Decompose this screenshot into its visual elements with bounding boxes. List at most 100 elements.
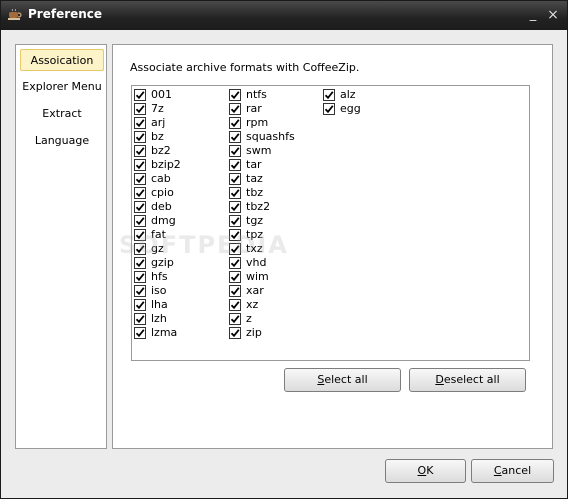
checkmark-icon xyxy=(230,329,240,338)
cancel-button[interactable]: Cancel xyxy=(471,459,554,483)
format-checkbox[interactable] xyxy=(134,313,146,325)
select-all-label: elect all xyxy=(324,373,368,386)
checkmark-icon xyxy=(324,105,334,114)
format-checkbox[interactable] xyxy=(229,327,241,339)
format-checkbox[interactable] xyxy=(229,215,241,227)
minimize-button[interactable]: _ xyxy=(524,7,542,23)
coffee-cup-icon xyxy=(8,9,22,20)
deselect-all-label: eselect all xyxy=(443,373,500,386)
checkmark-icon xyxy=(230,91,240,100)
checkmark-icon xyxy=(230,161,240,170)
checkmark-icon xyxy=(135,161,145,170)
format-label: ntfs xyxy=(246,88,267,101)
format-label: tar xyxy=(246,158,262,171)
format-checkbox[interactable] xyxy=(134,145,146,157)
format-label: dmg xyxy=(151,214,176,227)
association-description: Associate archive formats with CoffeeZip… xyxy=(130,61,360,74)
format-checkbox[interactable] xyxy=(229,173,241,185)
format-label: tbz xyxy=(246,186,264,199)
format-checkbox[interactable] xyxy=(229,299,241,311)
checkmark-icon xyxy=(324,91,334,100)
select-all-button[interactable]: Select all xyxy=(284,368,401,392)
format-label: egg xyxy=(340,102,361,115)
format-checkbox[interactable] xyxy=(134,159,146,171)
format-label: tgz xyxy=(246,214,264,227)
watermark: SOFTPEDIA xyxy=(119,231,289,259)
format-checkbox[interactable] xyxy=(229,131,241,143)
format-checkbox[interactable] xyxy=(229,103,241,115)
checkmark-icon xyxy=(230,217,240,226)
checkmark-icon xyxy=(135,133,145,142)
format-label: squashfs xyxy=(246,130,295,143)
format-checkbox[interactable] xyxy=(134,299,146,311)
checkmark-icon xyxy=(230,175,240,184)
checkmark-icon xyxy=(135,119,145,128)
checkmark-icon xyxy=(135,217,145,226)
format-list: 001 7z arj bz bz2 bzip2 cab cpio deb dmg fat gz gzip… xyxy=(131,85,530,361)
format-checkbox[interactable] xyxy=(134,215,146,227)
sidebar-item-assoication[interactable]: Assoication xyxy=(20,49,104,71)
checkmark-icon xyxy=(135,147,145,156)
close-button[interactable]: × xyxy=(544,7,562,23)
format-label: iso xyxy=(151,284,167,297)
format-checkbox[interactable] xyxy=(323,103,335,115)
title-bar[interactable]: Preference _ × xyxy=(1,1,567,30)
checkmark-icon xyxy=(230,147,240,156)
format-label: swm xyxy=(246,144,272,157)
checkmark-icon xyxy=(230,287,240,296)
format-checkbox[interactable] xyxy=(134,201,146,213)
checkmark-icon xyxy=(230,301,240,310)
format-checkbox[interactable] xyxy=(134,89,146,101)
format-label: cab xyxy=(151,172,171,185)
format-label: wim xyxy=(246,270,269,283)
format-label: deb xyxy=(151,200,172,213)
format-checkbox[interactable] xyxy=(229,313,241,325)
format-checkbox[interactable] xyxy=(134,285,146,297)
format-label: taz xyxy=(246,172,263,185)
format-label: xz xyxy=(246,298,259,311)
format-checkbox[interactable] xyxy=(229,145,241,157)
format-checkbox[interactable] xyxy=(134,117,146,129)
sidebar-item-language[interactable]: Language xyxy=(20,130,104,152)
format-label: z xyxy=(246,312,252,325)
format-checkbox[interactable] xyxy=(229,201,241,213)
format-checkbox[interactable] xyxy=(134,173,146,185)
format-checkbox[interactable] xyxy=(229,271,241,283)
sidebar-item-extract[interactable]: Extract xyxy=(20,103,104,125)
checkmark-icon xyxy=(135,301,145,310)
format-label: bzip2 xyxy=(151,158,181,171)
checkmark-icon xyxy=(135,287,145,296)
format-checkbox[interactable] xyxy=(229,89,241,101)
checkmark-icon xyxy=(135,315,145,324)
format-checkbox[interactable] xyxy=(229,117,241,129)
checkmark-icon xyxy=(135,259,145,268)
format-label: tbz2 xyxy=(246,200,271,213)
format-checkbox[interactable] xyxy=(134,327,146,339)
sidebar-item-explorer-menu[interactable]: Explorer Menu xyxy=(20,76,104,98)
format-label: cpio xyxy=(151,186,174,199)
checkmark-icon xyxy=(135,91,145,100)
format-checkbox[interactable] xyxy=(229,285,241,297)
checkmark-icon xyxy=(230,273,240,282)
checkmark-icon xyxy=(230,315,240,324)
format-checkbox[interactable] xyxy=(134,103,146,115)
checkmark-icon xyxy=(135,189,145,198)
format-label: bz2 xyxy=(151,144,171,157)
deselect-all-button[interactable]: Deselect all xyxy=(409,368,526,392)
format-checkbox[interactable] xyxy=(229,159,241,171)
format-checkbox[interactable] xyxy=(134,131,146,143)
checkmark-icon xyxy=(230,189,240,198)
format-checkbox[interactable] xyxy=(229,187,241,199)
checkmark-icon xyxy=(135,329,145,338)
ok-label: K xyxy=(426,464,434,477)
format-checkbox[interactable] xyxy=(134,271,146,283)
format-label: lha xyxy=(151,298,168,311)
ok-button[interactable]: OK xyxy=(385,459,466,483)
format-checkbox[interactable] xyxy=(134,187,146,199)
format-label: lzh xyxy=(151,312,167,325)
sidebar: Assoication Explorer Menu Extract Langua… xyxy=(15,44,107,449)
checkmark-icon xyxy=(230,119,240,128)
cancel-mnemonic: C xyxy=(493,464,502,477)
format-checkbox[interactable] xyxy=(323,89,335,101)
format-label: lzma xyxy=(151,326,178,339)
